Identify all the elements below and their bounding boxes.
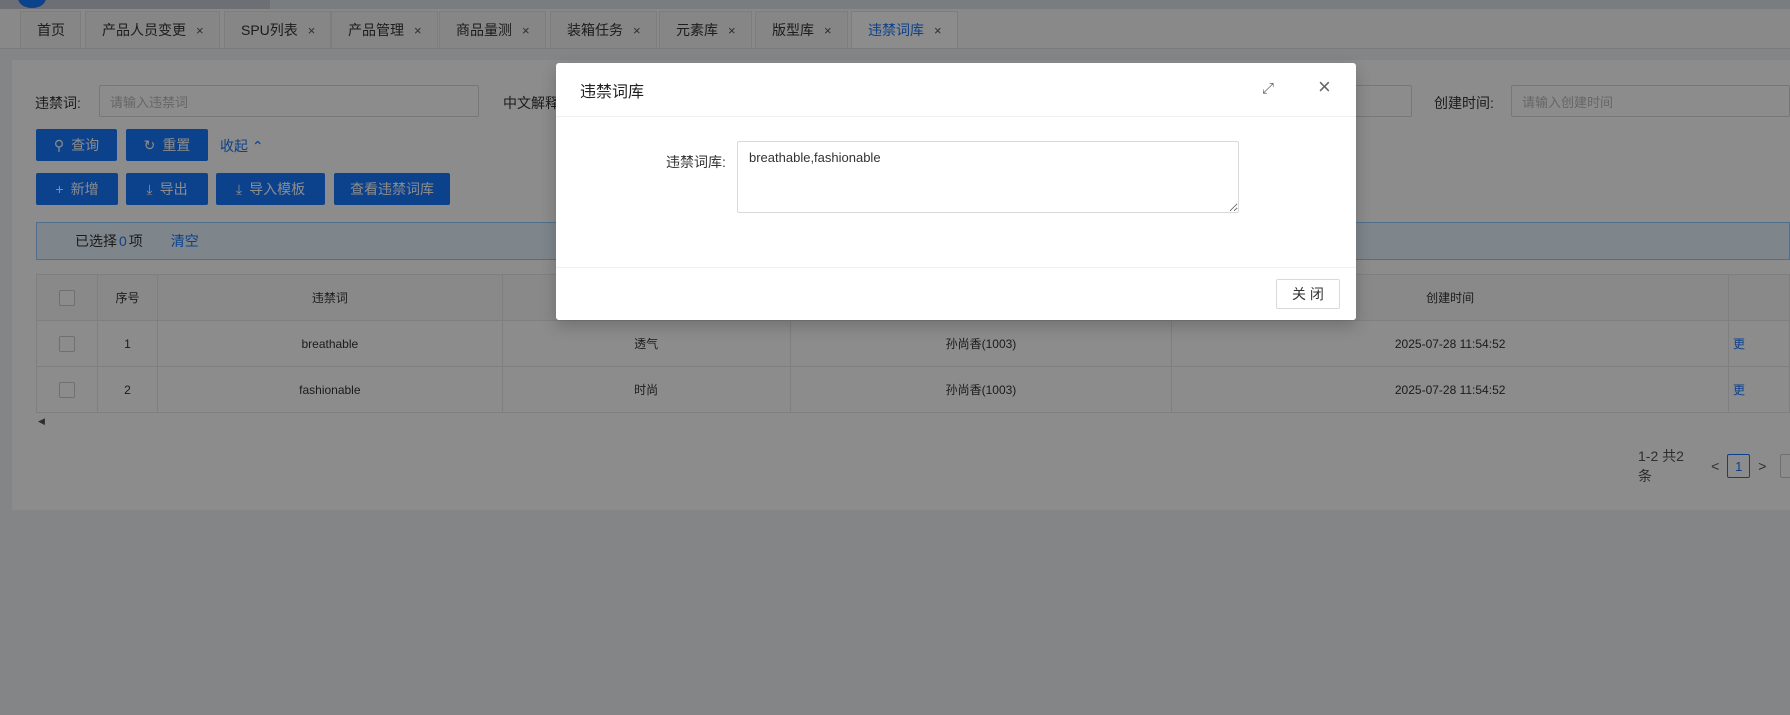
- close-icon[interactable]: ×: [1318, 76, 1331, 98]
- modal-header: 违禁词库 ⤢ ×: [556, 63, 1356, 117]
- fullscreen-icon[interactable]: ⤢: [1262, 80, 1274, 97]
- modal-body: 违禁词库: breathable,fashionable: [556, 117, 1356, 267]
- modal-title: 违禁词库: [580, 83, 645, 101]
- close-button[interactable]: 关 闭: [1276, 279, 1340, 309]
- prohibited-words-modal: 违禁词库 ⤢ × 违禁词库: breathable,fashionable 关 …: [556, 63, 1356, 320]
- modal-field-label: 违禁词库:: [666, 154, 726, 170]
- modal-footer: 关 闭: [556, 267, 1356, 320]
- prohibited-words-textarea[interactable]: breathable,fashionable: [737, 141, 1239, 213]
